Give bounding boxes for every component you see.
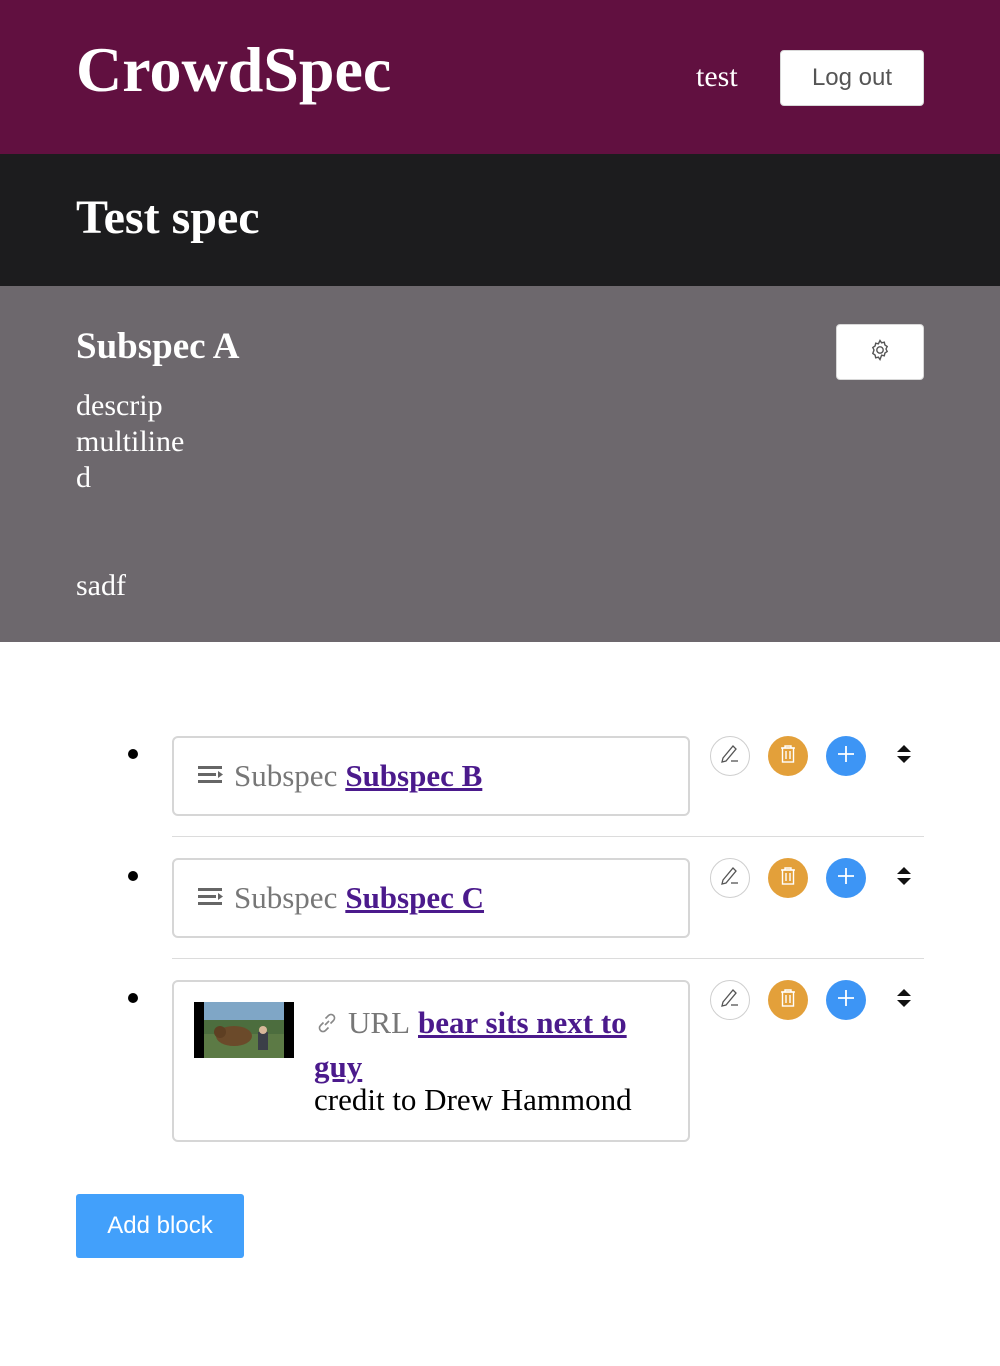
divider xyxy=(172,836,924,837)
plus-icon xyxy=(835,987,857,1014)
block-kind-label: URL xyxy=(348,1005,410,1040)
logout-button[interactable]: Log out xyxy=(780,50,924,106)
sort-arrows-icon xyxy=(896,987,912,1014)
plus-icon xyxy=(835,865,857,892)
plus-icon xyxy=(835,743,857,770)
pencil-icon xyxy=(719,987,741,1014)
credit-text: credit to Drew Hammond xyxy=(314,1082,632,1117)
block-card: URL bear sits next to guy credit to Drew … xyxy=(172,980,690,1142)
brand-logo[interactable]: CrowdSpec xyxy=(76,38,391,102)
link-icon xyxy=(314,1005,340,1046)
subspec-link[interactable]: Subspec C xyxy=(345,880,484,916)
subspec-lines-icon xyxy=(198,880,224,916)
block-card: Subspec Subspec C xyxy=(172,858,690,938)
add-button[interactable] xyxy=(826,858,866,898)
add-button[interactable] xyxy=(826,736,866,776)
url-block-text: URL bear sits next to guy xyxy=(314,1002,664,1087)
add-block-button[interactable]: Add block xyxy=(76,1194,244,1258)
bullet xyxy=(128,993,138,1003)
move-handle[interactable] xyxy=(894,743,914,769)
edit-button[interactable] xyxy=(710,736,750,776)
delete-button[interactable] xyxy=(768,858,808,898)
edit-button[interactable] xyxy=(710,858,750,898)
edit-button[interactable] xyxy=(710,980,750,1020)
delete-button[interactable] xyxy=(768,980,808,1020)
add-button[interactable] xyxy=(826,980,866,1020)
block-card: Subspec Subspec B xyxy=(172,736,690,816)
pencil-icon xyxy=(719,865,741,892)
subspec-title: Subspec A xyxy=(76,326,240,367)
bear-thumbnail xyxy=(194,1002,294,1058)
spec-header: Test spec xyxy=(0,154,1000,286)
trash-icon xyxy=(777,743,799,770)
bullet xyxy=(128,749,138,759)
delete-button[interactable] xyxy=(768,736,808,776)
top-header: CrowdSpec test Log out xyxy=(0,0,1000,154)
subspec-panel: Subspec A descrip multiline d sadf xyxy=(0,286,1000,642)
move-handle[interactable] xyxy=(894,865,914,891)
bullet xyxy=(128,871,138,881)
spec-title: Test spec xyxy=(76,191,260,244)
pencil-icon xyxy=(719,743,741,770)
divider xyxy=(172,958,924,959)
trash-icon xyxy=(777,987,799,1014)
sort-arrows-icon xyxy=(896,865,912,892)
block-kind-label: Subspec xyxy=(234,758,338,793)
gear-icon xyxy=(868,338,892,367)
move-handle[interactable] xyxy=(894,987,914,1013)
trash-icon xyxy=(777,865,799,892)
settings-button[interactable] xyxy=(836,324,924,380)
block-kind-label: Subspec xyxy=(234,880,338,915)
subspec-description: descrip multiline d sadf xyxy=(76,389,185,602)
username: test xyxy=(696,60,738,93)
subspec-link[interactable]: Subspec B xyxy=(345,758,482,794)
sort-arrows-icon xyxy=(896,743,912,770)
subspec-lines-icon xyxy=(198,758,224,794)
